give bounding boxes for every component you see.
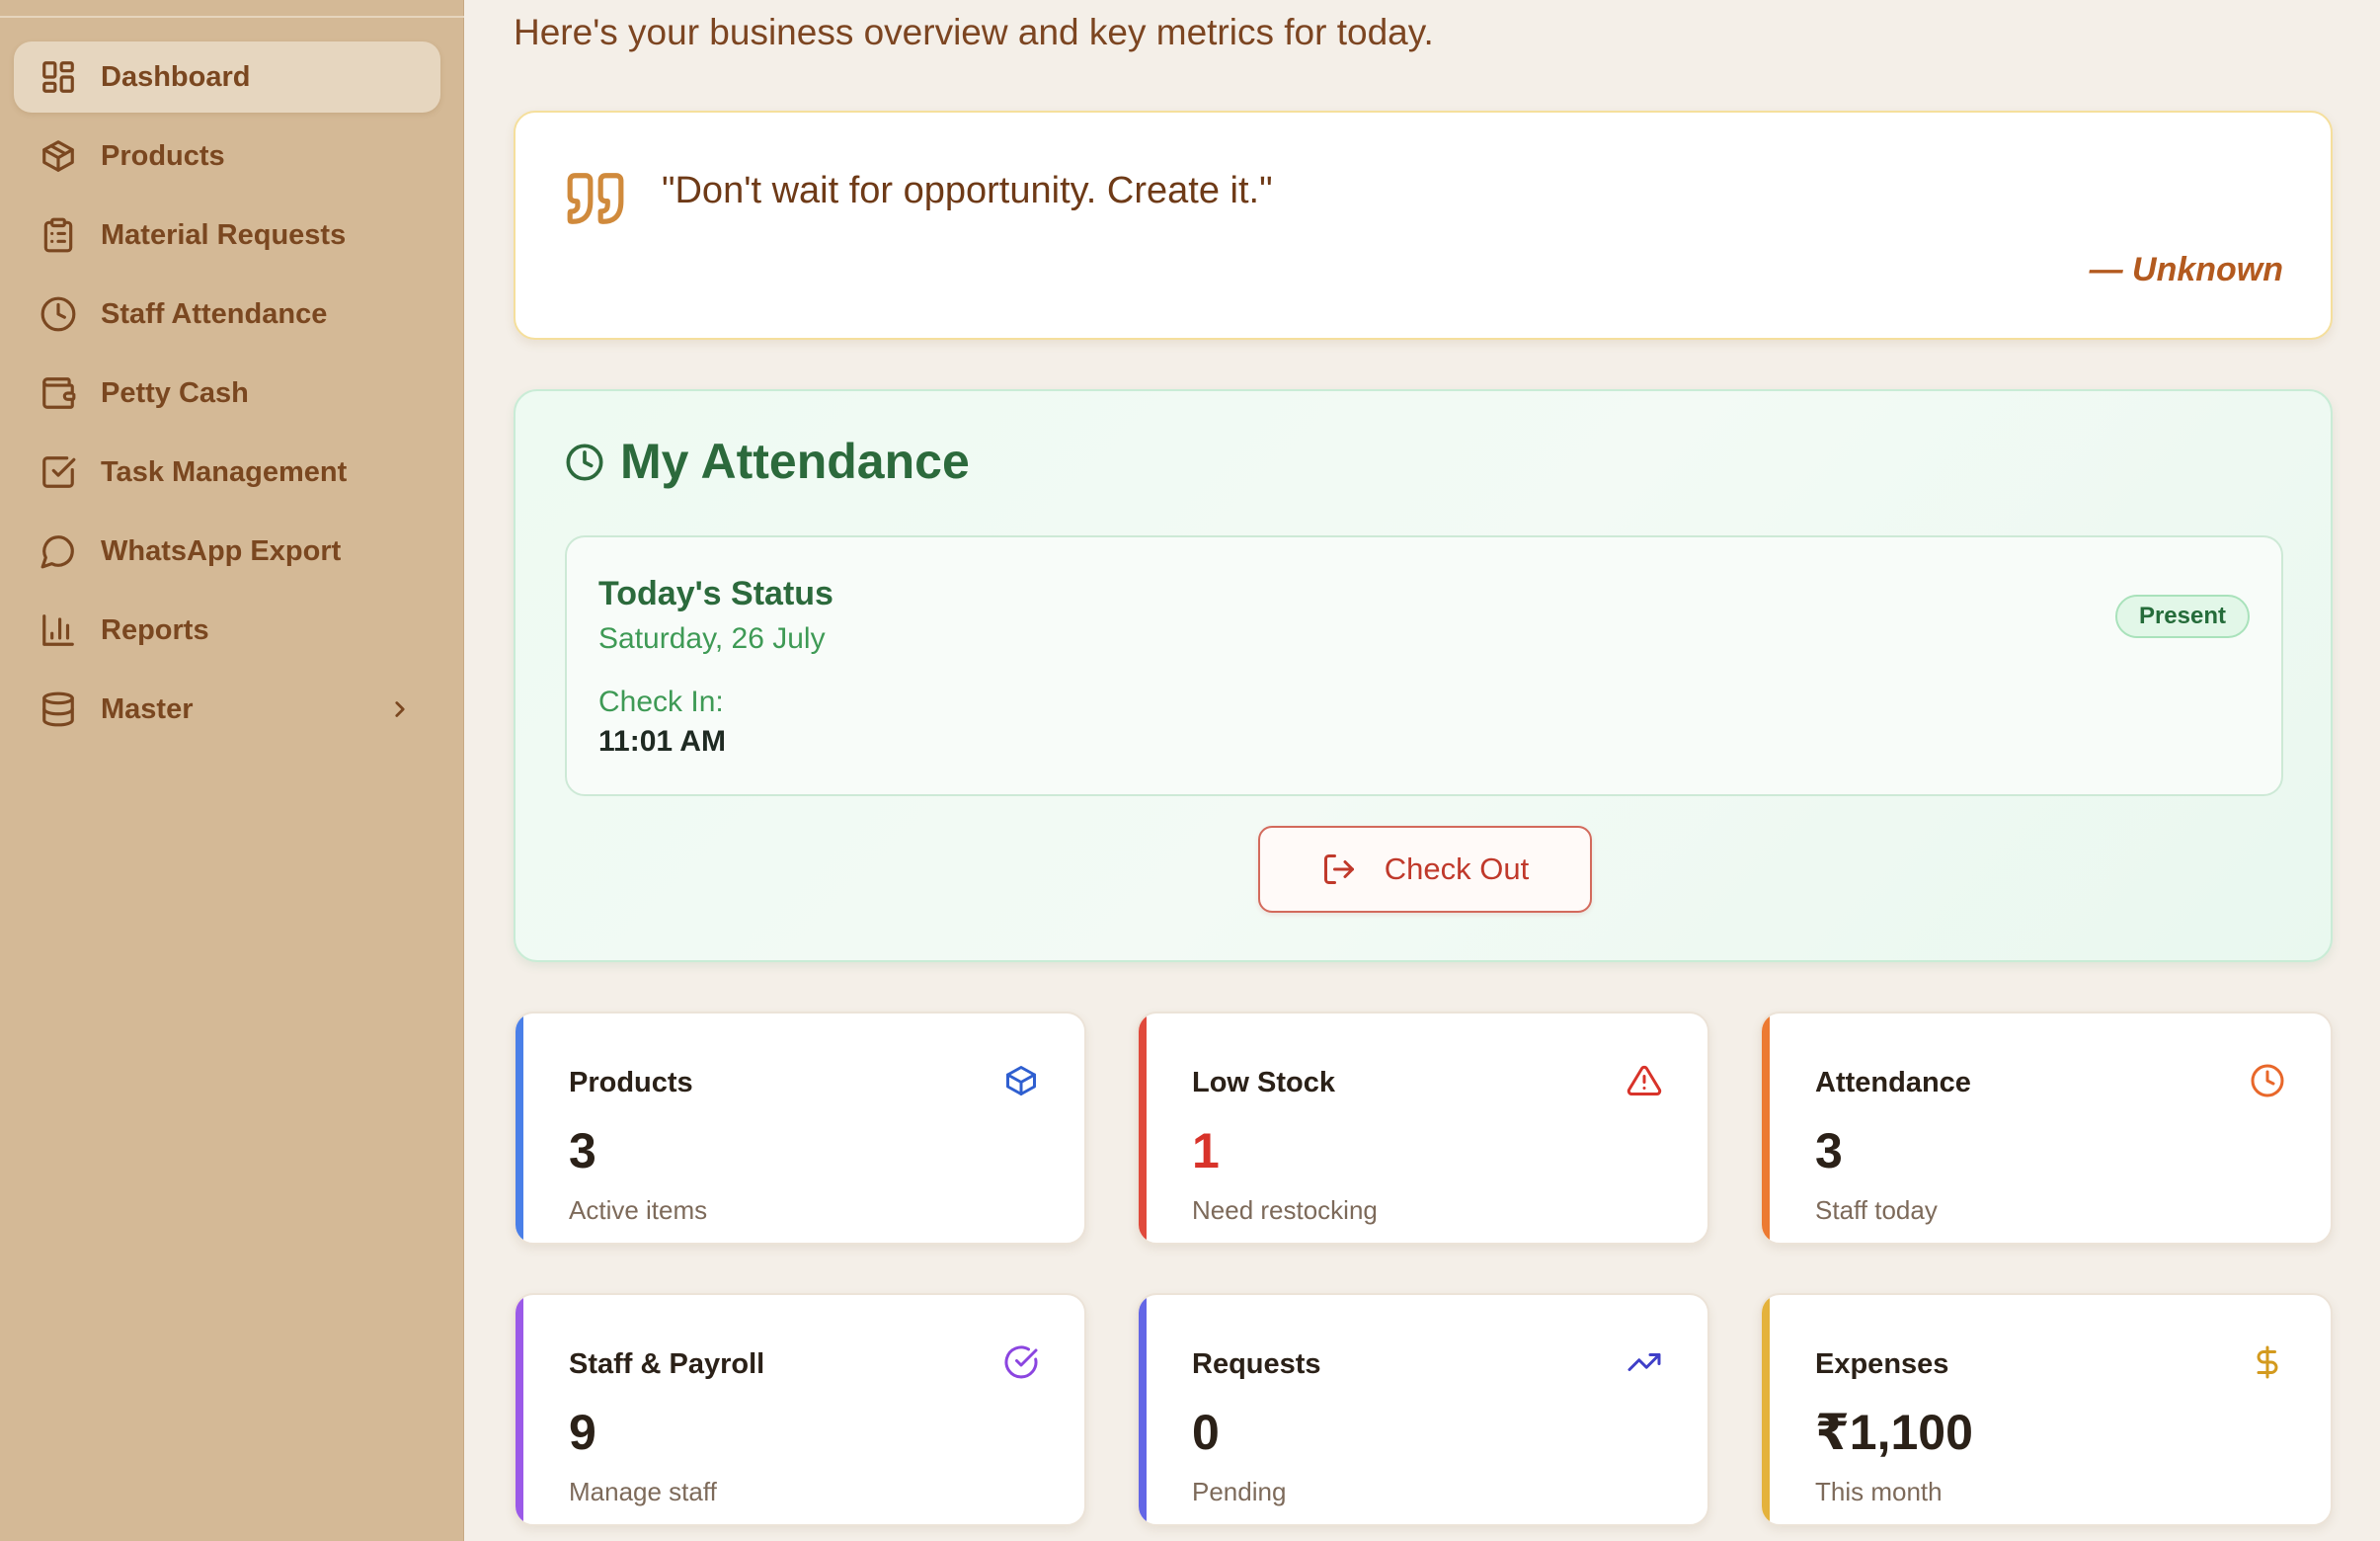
stat-title: Low Stock	[1192, 1067, 1336, 1098]
status-title: Today's Status	[598, 575, 833, 612]
clock-icon	[566, 444, 603, 481]
card-accent	[516, 1014, 523, 1243]
card-accent	[1762, 1295, 1770, 1524]
stat-subtitle: This month	[1815, 1477, 1943, 1506]
sidebar-item-label: Master	[101, 692, 194, 725]
my-attendance-card: My Attendance Today's Status Saturday, 2…	[514, 389, 2333, 962]
card-accent	[516, 1295, 523, 1524]
stat-subtitle: Manage staff	[569, 1477, 717, 1506]
sidebar-divider	[0, 16, 464, 18]
stat-title: Requests	[1192, 1348, 1321, 1380]
sidebar-item-label: Task Management	[101, 455, 348, 488]
sidebar-item-label: Products	[101, 139, 225, 172]
page-subtitle: Here's your business overview and key me…	[514, 12, 1434, 52]
bar-chart-icon	[40, 611, 77, 649]
check-square-icon	[40, 453, 77, 491]
stat-title: Expenses	[1815, 1348, 1949, 1380]
sidebar-item-label: Material Requests	[101, 218, 347, 251]
check-in-time: 11:01 AM	[598, 725, 726, 758]
stat-value: 3	[569, 1123, 596, 1178]
log-out-icon	[1323, 854, 1354, 884]
check-out-label: Check Out	[1384, 852, 1530, 886]
sidebar-item-master[interactable]: Master	[14, 674, 440, 745]
sidebar-item-label: Petty Cash	[101, 376, 249, 409]
sidebar-item-reports[interactable]: Reports	[14, 595, 440, 666]
chevron-right-icon[interactable]	[387, 696, 413, 722]
sidebar-item-petty-cash[interactable]: Petty Cash	[14, 358, 440, 429]
quote-icon	[567, 173, 624, 224]
clock-icon	[40, 295, 77, 333]
today-status-box: Today's Status Saturday, 26 July Check I…	[565, 535, 2283, 796]
stat-card-expenses[interactable]: Expenses ₹1,100 This month	[1760, 1293, 2333, 1526]
database-icon	[40, 690, 77, 728]
stat-subtitle: Active items	[569, 1195, 708, 1225]
message-circle-icon	[40, 532, 77, 570]
clock-icon	[2251, 1064, 2284, 1097]
stat-subtitle: Pending	[1192, 1477, 1287, 1506]
wallet-icon	[40, 374, 77, 412]
check-in-label: Check In:	[598, 686, 724, 718]
sidebar-item-label: Staff Attendance	[101, 297, 328, 330]
sidebar-nav: Dashboard Products Material Requests Sta…	[14, 41, 440, 753]
card-accent	[1139, 1295, 1147, 1524]
stat-card-attendance[interactable]: Attendance 3 Staff today	[1760, 1012, 2333, 1245]
status-date: Saturday, 26 July	[598, 622, 826, 655]
sidebar-item-material-requests[interactable]: Material Requests	[14, 200, 440, 271]
sidebar-item-label: WhatsApp Export	[101, 534, 342, 567]
dollar-sign-icon	[2257, 1345, 2278, 1379]
stat-title: Attendance	[1815, 1067, 1971, 1098]
sidebar: Dashboard Products Material Requests Sta…	[0, 0, 464, 1541]
quote-author: — Unknown	[2089, 251, 2283, 288]
dashboard-grid-icon	[40, 58, 77, 96]
quote-card: "Don't wait for opportunity. Create it."…	[514, 111, 2333, 340]
stat-card-staff-payroll[interactable]: Staff & Payroll 9 Manage staff	[514, 1293, 1086, 1526]
quote-text: "Don't wait for opportunity. Create it."	[662, 170, 1273, 211]
sidebar-item-products[interactable]: Products	[14, 121, 440, 192]
package-icon	[40, 137, 77, 175]
stat-card-products[interactable]: Products 3 Active items	[514, 1012, 1086, 1245]
stat-title: Products	[569, 1067, 693, 1098]
card-accent	[1762, 1014, 1770, 1243]
sidebar-item-label: Reports	[101, 613, 209, 646]
sidebar-item-label: Dashboard	[101, 60, 251, 93]
sidebar-item-task-management[interactable]: Task Management	[14, 437, 440, 508]
clipboard-list-icon	[40, 216, 77, 254]
stat-title: Staff & Payroll	[569, 1348, 765, 1380]
trending-up-icon	[1627, 1353, 1661, 1371]
check-out-button[interactable]: Check Out	[1258, 826, 1592, 913]
card-accent	[1139, 1014, 1147, 1243]
sidebar-item-dashboard[interactable]: Dashboard	[14, 41, 440, 113]
stat-value: 0	[1192, 1405, 1220, 1460]
attendance-title: My Attendance	[620, 434, 970, 489]
stat-value: 3	[1815, 1123, 1843, 1178]
stat-subtitle: Staff today	[1815, 1195, 1938, 1225]
stat-subtitle: Need restocking	[1192, 1195, 1378, 1225]
package-icon	[1006, 1066, 1036, 1095]
stat-card-requests[interactable]: Requests 0 Pending	[1137, 1293, 1709, 1526]
alert-triangle-icon	[1626, 1065, 1662, 1095]
stat-value: 9	[569, 1405, 596, 1460]
stat-value: 1	[1192, 1123, 1220, 1178]
sidebar-item-whatsapp-export[interactable]: WhatsApp Export	[14, 516, 440, 587]
stat-card-low-stock[interactable]: Low Stock 1 Need restocking	[1137, 1012, 1709, 1245]
status-badge: Present	[2114, 595, 2250, 638]
stat-value: ₹1,100	[1815, 1405, 1973, 1460]
circle-check-icon	[1004, 1345, 1038, 1379]
sidebar-item-staff-attendance[interactable]: Staff Attendance	[14, 279, 440, 350]
